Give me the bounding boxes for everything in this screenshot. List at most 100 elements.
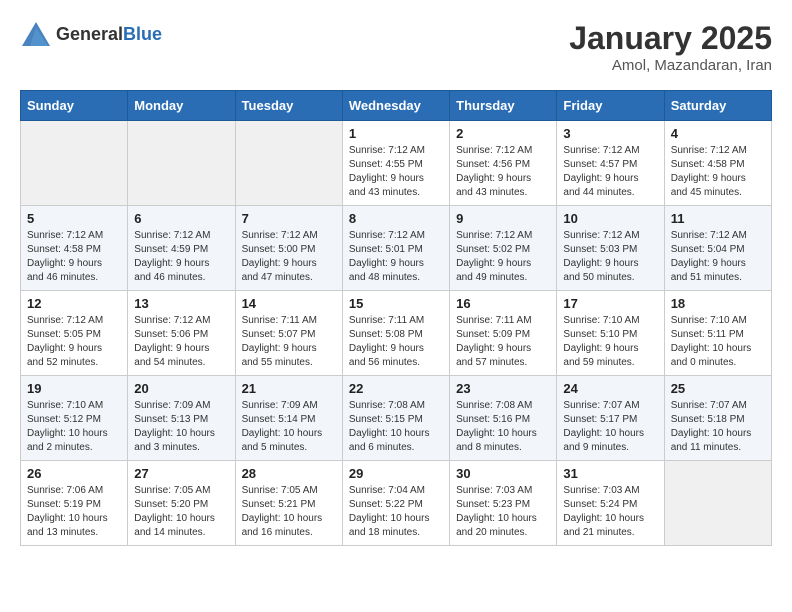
calendar-day-cell: 24 Sunrise: 7:07 AM Sunset: 5:17 PM Dayli…: [557, 376, 664, 461]
day-info: Sunrise: 7:12 AM Sunset: 4:59 PM Dayligh…: [134, 229, 228, 285]
day-info: Sunrise: 7:07 AM Sunset: 5:18 PM Dayligh…: [671, 399, 765, 455]
day-number: 24: [563, 381, 657, 396]
calendar-day-cell: 22 Sunrise: 7:08 AM Sunset: 5:15 PM Dayli…: [342, 376, 449, 461]
day-number: 13: [134, 296, 228, 311]
day-info: Sunrise: 7:12 AM Sunset: 4:58 PM Dayligh…: [671, 144, 765, 200]
location-title: Amol, Mazandaran, Iran: [569, 57, 772, 74]
day-info: Sunrise: 7:11 AM Sunset: 5:09 PM Dayligh…: [456, 314, 550, 370]
day-number: 15: [349, 296, 443, 311]
calendar-day-cell: [128, 121, 235, 206]
day-info: Sunrise: 7:03 AM Sunset: 5:23 PM Dayligh…: [456, 484, 550, 540]
weekday-header-row: SundayMondayTuesdayWednesdayThursdayFrid…: [21, 91, 772, 121]
calendar-day-cell: 25 Sunrise: 7:07 AM Sunset: 5:18 PM Dayli…: [664, 376, 771, 461]
weekday-header-saturday: Saturday: [664, 91, 771, 121]
calendar-day-cell: 6 Sunrise: 7:12 AM Sunset: 4:59 PM Daylig…: [128, 206, 235, 291]
calendar-week-row: 26Sunrise: 7:06 AM Sunset: 5:19 PM Dayli…: [21, 461, 772, 546]
calendar-week-row: 19 Sunrise: 7:10 AM Sunset: 5:12 PM Dayli…: [21, 376, 772, 461]
calendar-table: SundayMondayTuesdayWednesdayThursdayFrid…: [20, 90, 772, 546]
day-number: 2: [456, 126, 550, 141]
logo-general: General: [56, 24, 123, 44]
calendar-day-cell: 2 Sunrise: 7:12 AM Sunset: 4:56 PM Daylig…: [450, 121, 557, 206]
page-header: GeneralBlue January 2025 Amol, Mazandara…: [20, 20, 772, 74]
calendar-day-cell: 7 Sunrise: 7:12 AM Sunset: 5:00 PM Daylig…: [235, 206, 342, 291]
weekday-header-tuesday: Tuesday: [235, 91, 342, 121]
day-number: 6: [134, 211, 228, 226]
day-number: 19: [27, 381, 121, 396]
calendar-day-cell: 23Sunrise: 7:08 AM Sunset: 5:16 PM Dayli…: [450, 376, 557, 461]
day-info: Sunrise: 7:12 AM Sunset: 5:03 PM Dayligh…: [563, 229, 657, 285]
day-number: 25: [671, 381, 765, 396]
calendar-day-cell: 9 Sunrise: 7:12 AM Sunset: 5:02 PM Daylig…: [450, 206, 557, 291]
day-info: Sunrise: 7:12 AM Sunset: 5:06 PM Dayligh…: [134, 314, 228, 370]
month-title: January 2025: [569, 20, 772, 57]
weekday-header-friday: Friday: [557, 91, 664, 121]
weekday-header-sunday: Sunday: [21, 91, 128, 121]
calendar-day-cell: 11 Sunrise: 7:12 AM Sunset: 5:04 PM Dayli…: [664, 206, 771, 291]
calendar-day-cell: 15 Sunrise: 7:11 AM Sunset: 5:08 PM Dayli…: [342, 291, 449, 376]
day-number: 9: [456, 211, 550, 226]
calendar-day-cell: 8 Sunrise: 7:12 AM Sunset: 5:01 PM Daylig…: [342, 206, 449, 291]
calendar-day-cell: 10 Sunrise: 7:12 AM Sunset: 5:03 PM Dayli…: [557, 206, 664, 291]
day-info: Sunrise: 7:05 AM Sunset: 5:21 PM Dayligh…: [242, 484, 336, 540]
day-info: Sunrise: 7:11 AM Sunset: 5:07 PM Dayligh…: [242, 314, 336, 370]
day-info: Sunrise: 7:12 AM Sunset: 4:55 PM Dayligh…: [349, 144, 443, 200]
day-info: Sunrise: 7:10 AM Sunset: 5:12 PM Dayligh…: [27, 399, 121, 455]
day-info: Sunrise: 7:08 AM Sunset: 5:15 PM Dayligh…: [349, 399, 443, 455]
day-number: 23: [456, 381, 550, 396]
calendar-day-cell: 12 Sunrise: 7:12 AM Sunset: 5:05 PM Dayli…: [21, 291, 128, 376]
calendar-day-cell: 18 Sunrise: 7:10 AM Sunset: 5:11 PM Dayli…: [664, 291, 771, 376]
day-number: 4: [671, 126, 765, 141]
calendar-day-cell: 4 Sunrise: 7:12 AM Sunset: 4:58 PM Daylig…: [664, 121, 771, 206]
calendar-day-cell: 5Sunrise: 7:12 AM Sunset: 4:58 PM Daylig…: [21, 206, 128, 291]
calendar-day-cell: 19 Sunrise: 7:10 AM Sunset: 5:12 PM Dayli…: [21, 376, 128, 461]
day-number: 10: [563, 211, 657, 226]
day-info: Sunrise: 7:11 AM Sunset: 5:08 PM Dayligh…: [349, 314, 443, 370]
day-number: 16: [456, 296, 550, 311]
day-info: Sunrise: 7:12 AM Sunset: 5:05 PM Dayligh…: [27, 314, 121, 370]
day-number: 8: [349, 211, 443, 226]
calendar-week-row: 1 Sunrise: 7:12 AM Sunset: 4:55 PM Daylig…: [21, 121, 772, 206]
day-info: Sunrise: 7:12 AM Sunset: 4:57 PM Dayligh…: [563, 144, 657, 200]
calendar-day-cell: 1 Sunrise: 7:12 AM Sunset: 4:55 PM Daylig…: [342, 121, 449, 206]
day-number: 26: [27, 466, 121, 481]
day-info: Sunrise: 7:12 AM Sunset: 5:04 PM Dayligh…: [671, 229, 765, 285]
day-info: Sunrise: 7:09 AM Sunset: 5:13 PM Dayligh…: [134, 399, 228, 455]
day-number: 22: [349, 381, 443, 396]
calendar-day-cell: 30 Sunrise: 7:03 AM Sunset: 5:23 PM Dayli…: [450, 461, 557, 546]
day-number: 30: [456, 466, 550, 481]
day-number: 5: [27, 211, 121, 226]
day-number: 14: [242, 296, 336, 311]
calendar-day-cell: 20Sunrise: 7:09 AM Sunset: 5:13 PM Dayli…: [128, 376, 235, 461]
calendar-day-cell: 3 Sunrise: 7:12 AM Sunset: 4:57 PM Daylig…: [557, 121, 664, 206]
day-info: Sunrise: 7:12 AM Sunset: 5:01 PM Dayligh…: [349, 229, 443, 285]
day-info: Sunrise: 7:12 AM Sunset: 4:56 PM Dayligh…: [456, 144, 550, 200]
calendar-week-row: 12 Sunrise: 7:12 AM Sunset: 5:05 PM Dayli…: [21, 291, 772, 376]
day-number: 31: [563, 466, 657, 481]
calendar-day-cell: [21, 121, 128, 206]
day-info: Sunrise: 7:04 AM Sunset: 5:22 PM Dayligh…: [349, 484, 443, 540]
calendar-day-cell: 28 Sunrise: 7:05 AM Sunset: 5:21 PM Dayli…: [235, 461, 342, 546]
day-number: 28: [242, 466, 336, 481]
day-info: Sunrise: 7:10 AM Sunset: 5:11 PM Dayligh…: [671, 314, 765, 370]
calendar-day-cell: 26Sunrise: 7:06 AM Sunset: 5:19 PM Dayli…: [21, 461, 128, 546]
day-number: 18: [671, 296, 765, 311]
calendar-day-cell: 14 Sunrise: 7:11 AM Sunset: 5:07 PM Dayli…: [235, 291, 342, 376]
day-info: Sunrise: 7:07 AM Sunset: 5:17 PM Dayligh…: [563, 399, 657, 455]
day-info: Sunrise: 7:12 AM Sunset: 5:00 PM Dayligh…: [242, 229, 336, 285]
day-number: 11: [671, 211, 765, 226]
weekday-header-wednesday: Wednesday: [342, 91, 449, 121]
day-info: Sunrise: 7:12 AM Sunset: 5:02 PM Dayligh…: [456, 229, 550, 285]
day-number: 3: [563, 126, 657, 141]
day-number: 12: [27, 296, 121, 311]
day-number: 17: [563, 296, 657, 311]
weekday-header-thursday: Thursday: [450, 91, 557, 121]
calendar-day-cell: 16 Sunrise: 7:11 AM Sunset: 5:09 PM Dayli…: [450, 291, 557, 376]
calendar-day-cell: 31Sunrise: 7:03 AM Sunset: 5:24 PM Dayli…: [557, 461, 664, 546]
day-number: 7: [242, 211, 336, 226]
calendar-day-cell: 13 Sunrise: 7:12 AM Sunset: 5:06 PM Dayli…: [128, 291, 235, 376]
day-number: 1: [349, 126, 443, 141]
calendar-day-cell: [664, 461, 771, 546]
calendar-day-cell: 21Sunrise: 7:09 AM Sunset: 5:14 PM Dayli…: [235, 376, 342, 461]
calendar-day-cell: [235, 121, 342, 206]
calendar-day-cell: 29Sunrise: 7:04 AM Sunset: 5:22 PM Dayli…: [342, 461, 449, 546]
